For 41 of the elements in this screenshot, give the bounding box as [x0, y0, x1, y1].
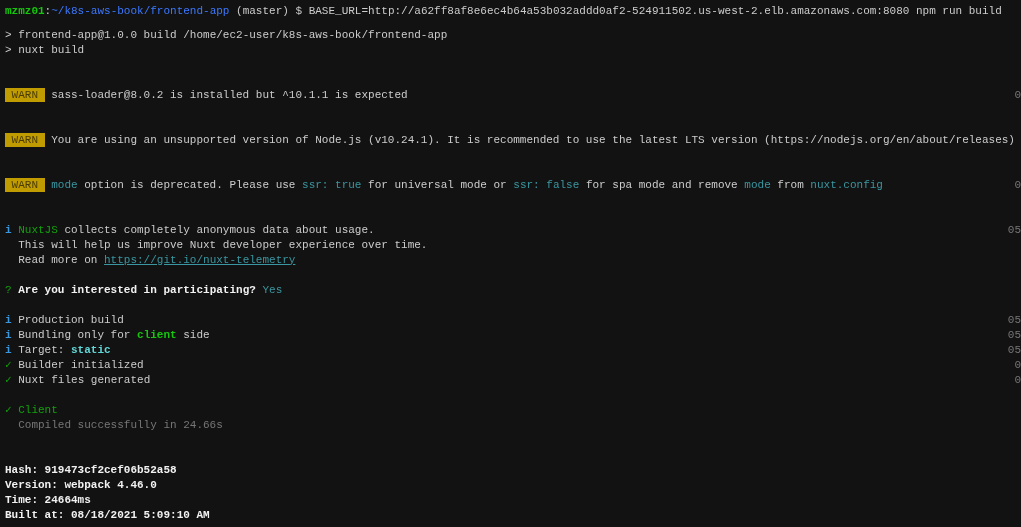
info-icon: i — [5, 343, 12, 356]
warn-badge: WARN — [5, 87, 45, 102]
terminal-line: Time: 24664ms — [5, 493, 91, 506]
terminal-line: Are you interested in participating? Yes — [18, 283, 283, 296]
terminal-line: > frontend-app@1.0.0 build /home/ec2-user/k8s-aws-book/frontend-app — [5, 28, 448, 41]
info-icon: i — [5, 223, 12, 236]
terminal-line: mode option is deprecated. Please use ssr: true for universal mode or ssr: false for spa mode and remove mode from nuxt.config — [51, 178, 883, 191]
info-icon: i — [5, 328, 12, 341]
check-icon: ✓ — [5, 358, 12, 371]
check-icon: ✓ — [5, 403, 12, 416]
terminal-line: Nuxt files generated — [18, 373, 151, 386]
timestamp: 0 — [1014, 178, 1021, 191]
terminal-line: Builder initialized — [18, 358, 144, 371]
timestamp: 05 — [1007, 313, 1021, 326]
terminal-line: Target: static — [18, 343, 111, 356]
timestamp: 0 — [1014, 358, 1021, 371]
terminal-line: > nuxt build — [5, 43, 85, 56]
question-icon: ? — [5, 283, 12, 296]
terminal-line: Read more on https://git.io/nuxt-telemetry — [17, 253, 296, 266]
terminal-line: You are using an unsupported version of Node.js (v10.24.1). It is recommended to use the latest LTS version (https://nodejs.org/en/about/releases) — [51, 133, 1015, 146]
terminal-line: Production build — [18, 313, 124, 326]
info-icon: i — [5, 313, 12, 326]
terminal-line: Hash: 919473cf2cef06b52a58 — [5, 463, 177, 476]
terminal-line: This will help us improve Nuxt developer experience over time. — [17, 238, 428, 251]
terminal-line: Version: webpack 4.46.0 — [5, 478, 157, 491]
terminal-line: sass-loader@8.0.2 is installed but ^10.1.1 is expected — [51, 88, 408, 101]
telemetry-link[interactable]: https://git.io/nuxt-telemetry — [104, 253, 296, 266]
warn-badge: WARN — [5, 132, 45, 147]
terminal-line: Built at: 08/18/2021 5:09:10 AM — [5, 508, 210, 521]
warn-badge: WARN — [5, 177, 45, 192]
terminal-line: Bundling only for client side — [18, 328, 210, 341]
check-icon: ✓ — [5, 373, 12, 386]
timestamp: 05 — [1007, 223, 1021, 236]
terminal-line: mzmz01:~/k8s-aws-book/frontend-app (master) $ BASE_URL=http://a62ff8af8e6ec4b64a53b032addd0af2-524911502.us-west-2.elb.amazonaws.com:8080 npm run build — [5, 4, 1002, 17]
terminal-line: Compiled successfully in 24.66s — [17, 418, 223, 431]
timestamp: 05 — [1007, 328, 1021, 341]
timestamp: 0 — [1014, 88, 1021, 101]
terminal-line: NuxtJS collects completely anonymous data about usage. — [18, 223, 375, 236]
timestamp: 0 — [1014, 373, 1021, 386]
terminal-line: Client — [18, 403, 58, 416]
timestamp: 05 — [1007, 343, 1021, 356]
